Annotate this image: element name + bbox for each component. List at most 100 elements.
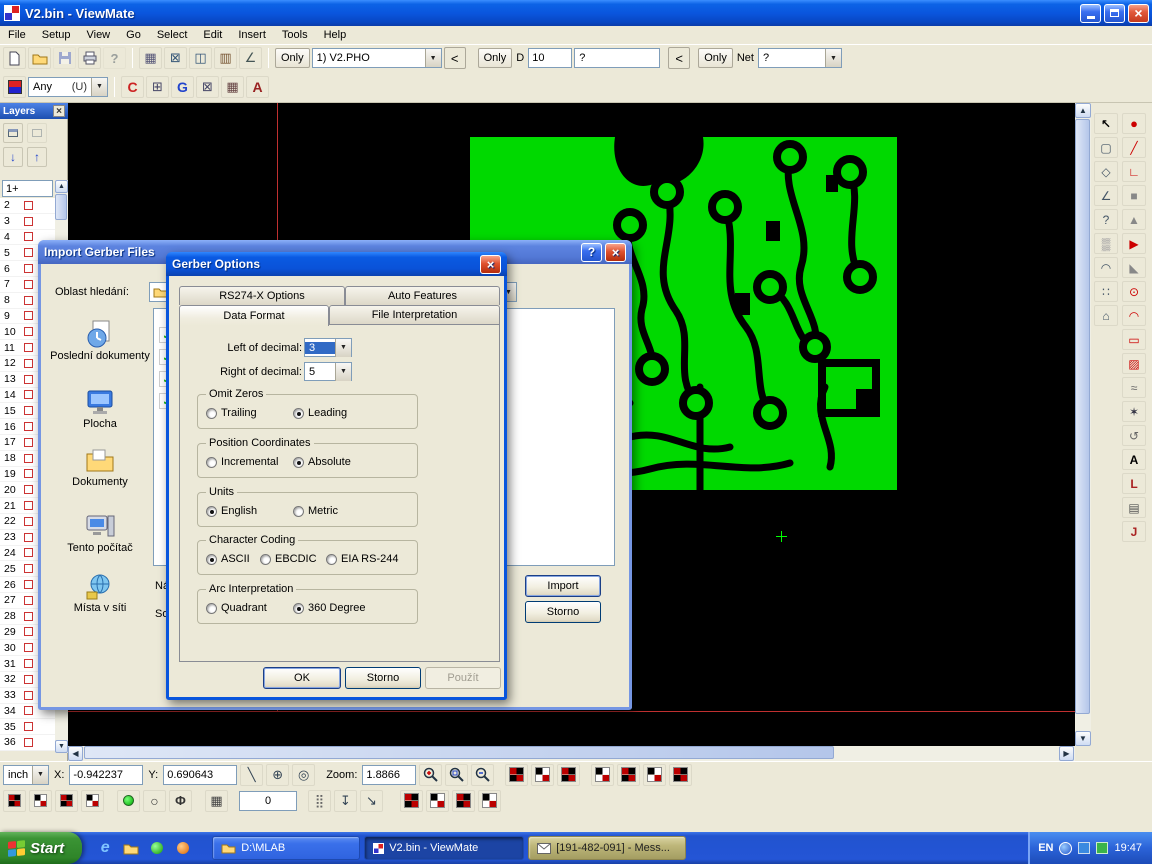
panel-tool-button[interactable]: ▤ (1122, 497, 1146, 518)
layer-compare-button[interactable]: ▥ (214, 47, 237, 69)
layer-move-up-button[interactable]: ↑ (27, 147, 47, 167)
star-tool-button[interactable]: ✶ (1122, 401, 1146, 422)
layers-panel-header[interactable]: Layers × (0, 103, 68, 119)
dropdown-arrow-icon[interactable]: ▼ (425, 49, 441, 67)
radio-metric[interactable]: Metric (293, 505, 338, 517)
hatch-grid-button[interactable]: ▦ (221, 76, 244, 98)
layer-view-alt-button[interactable] (27, 123, 47, 143)
tab-auto-features[interactable]: Auto Features (345, 286, 500, 305)
layer-visibility-checkbox[interactable] (24, 738, 33, 747)
panel-pattern-button-1[interactable] (400, 790, 423, 812)
polygon-tool-button[interactable]: ▲ (1122, 209, 1146, 230)
diameter-button[interactable]: Φ (169, 790, 192, 812)
import-cancel-button[interactable]: Storno (525, 601, 601, 623)
language-indicator[interactable]: EN (1038, 842, 1053, 854)
scroll-down-button[interactable]: ▼ (1075, 731, 1091, 746)
film-pattern-button-2[interactable] (531, 764, 554, 786)
dcode-input[interactable] (528, 48, 572, 68)
place-documents[interactable]: Dokumenty (49, 448, 151, 488)
dot-grid-button[interactable]: ⣿ (308, 790, 331, 812)
trace-tool-button[interactable]: ╱ (1122, 137, 1146, 158)
only-net-toggle[interactable]: Only (698, 48, 733, 68)
tab-file-interpretation[interactable]: File Interpretation (329, 305, 500, 324)
wave-tool-button[interactable]: ≈ (1122, 377, 1146, 398)
layer-visibility-checkbox[interactable] (24, 548, 33, 557)
radio-trailing[interactable]: Trailing (206, 407, 257, 419)
text-j-tool-button[interactable]: J (1122, 521, 1146, 542)
tray-icon-2[interactable] (1096, 842, 1108, 854)
panel-pattern-button-3[interactable] (452, 790, 475, 812)
layer-visibility-checkbox[interactable] (24, 375, 33, 384)
dialog-close-button[interactable]: × (480, 255, 501, 274)
layer-visibility-checkbox[interactable] (24, 612, 33, 621)
pad-grid-button[interactable]: ⊞ (146, 76, 169, 98)
query-tool-button[interactable]: ? (1094, 209, 1118, 230)
dropdown-arrow-icon[interactable]: ▼ (825, 49, 841, 67)
arc-segment-button[interactable]: ◠ (1094, 257, 1118, 278)
layer-row[interactable]: 3 (0, 214, 55, 230)
grid-display-button[interactable]: ▦ (205, 790, 228, 812)
arc-tool-button[interactable]: ◠ (1122, 305, 1146, 326)
gerber-dialog-titlebar[interactable]: Gerber Options × (166, 252, 507, 276)
dialog-close-button[interactable]: × (605, 243, 626, 262)
context-help-button[interactable]: ? (103, 47, 126, 69)
layer-visibility-checkbox[interactable] (24, 675, 33, 684)
apply-button[interactable]: Použít (425, 667, 501, 689)
g-code-button[interactable]: G (171, 76, 194, 98)
zoom-in-button[interactable] (419, 764, 442, 786)
dcode-highlight-button[interactable]: ⊠ (164, 47, 187, 69)
layer-visibility-checkbox[interactable] (24, 311, 33, 320)
layer-visibility-checkbox[interactable] (24, 643, 33, 652)
film-pattern-button-5[interactable] (617, 764, 640, 786)
panel-pattern-button-2[interactable] (426, 790, 449, 812)
layer-visibility-checkbox[interactable] (24, 501, 33, 510)
scroll-up-button[interactable]: ▲ (55, 180, 68, 193)
film-pattern-button-6[interactable] (643, 764, 666, 786)
dropdown-arrow-icon[interactable]: ▼ (91, 78, 107, 96)
scroll-down-button[interactable]: ▼ (55, 740, 68, 753)
quicklaunch-ie-button[interactable]: e (94, 837, 116, 859)
measure-tool-button[interactable]: ∠ (1094, 185, 1118, 206)
right-decimal-combobox[interactable]: 5 ▼ (304, 362, 352, 381)
frame-select-button[interactable]: ▢ (1094, 137, 1118, 158)
layer-visibility-checkbox[interactable] (24, 248, 33, 257)
rotate-tool-button[interactable]: ↺ (1122, 425, 1146, 446)
radio-absolute[interactable]: Absolute (293, 456, 351, 468)
hatch-tool-button[interactable]: ▨ (1122, 353, 1146, 374)
tab-data-format[interactable]: Data Format (179, 305, 329, 326)
circle-select-button[interactable]: ○ (143, 790, 166, 812)
rect-outline-tool-button[interactable]: ▭ (1122, 329, 1146, 350)
quicklaunch-browser-button[interactable] (172, 837, 194, 859)
layer-visibility-checkbox[interactable] (24, 706, 33, 715)
place-recent-documents[interactable]: Poslední dokumenty (49, 318, 151, 362)
quicklaunch-folder-button[interactable] (120, 837, 142, 859)
scrollbar-thumb[interactable] (84, 746, 834, 759)
radio-quadrant[interactable]: Quadrant (206, 602, 267, 614)
menu-item[interactable]: Edit (195, 27, 230, 43)
grid-snap-button[interactable]: ∷ (1094, 281, 1118, 302)
film-pattern-button-7[interactable] (669, 764, 692, 786)
zoom-field[interactable] (362, 765, 416, 785)
filled-rect-tool-button[interactable]: ■ (1122, 185, 1146, 206)
prev-net-button[interactable]: < (668, 47, 690, 69)
radio-incremental[interactable]: Incremental (206, 456, 278, 468)
dcode-info-field[interactable]: ? (574, 48, 660, 68)
close-button[interactable]: × (1128, 4, 1149, 23)
layer-visibility-checkbox[interactable] (24, 201, 33, 210)
layer-row[interactable]: 2 (0, 198, 55, 214)
layer-visibility-checkbox[interactable] (24, 296, 33, 305)
layer-visibility-checkbox[interactable] (24, 596, 33, 605)
menu-item[interactable]: Go (118, 27, 149, 43)
menu-item[interactable]: Select (149, 27, 196, 43)
film-pattern-button-1[interactable] (505, 764, 528, 786)
place-my-computer[interactable]: Tento počítač (49, 512, 151, 554)
taskbar-window-message[interactable]: [191-482-091] - Mess... (528, 836, 686, 860)
diagonal-measure-button[interactable]: ╲ (240, 764, 263, 786)
layer-visibility-checkbox[interactable] (24, 580, 33, 589)
layer-visibility-checkbox[interactable] (24, 627, 33, 636)
menu-item[interactable]: Insert (230, 27, 274, 43)
dropdown-arrow-icon[interactable]: ▼ (335, 339, 351, 357)
layer-visibility-checkbox[interactable] (24, 264, 33, 273)
wedge-tool-button[interactable]: ◣ (1122, 257, 1146, 278)
net-combobox[interactable]: ? ▼ (758, 48, 842, 68)
